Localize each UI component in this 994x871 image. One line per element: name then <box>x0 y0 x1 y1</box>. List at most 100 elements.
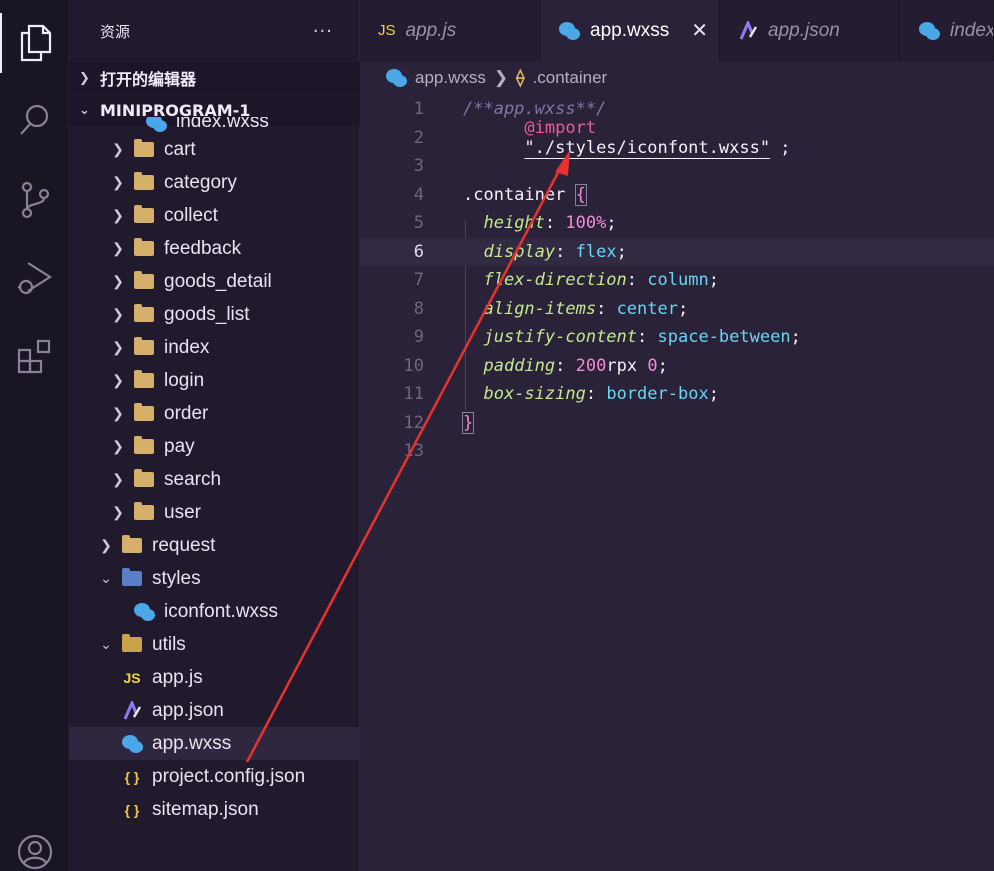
breadcrumb-file[interactable]: app.wxss <box>415 68 486 88</box>
line-number: 9 <box>413 327 424 348</box>
code-line: 11 box-sizing: border-box; <box>360 380 994 409</box>
folder-icon <box>121 535 143 556</box>
line-number: 13 <box>403 441 424 462</box>
code-editor[interactable]: 1 /**app.wxss**/ 2 @import "./styles/ico… <box>360 95 994 871</box>
more-actions-icon[interactable]: ··· <box>313 21 333 42</box>
folder-icon <box>133 205 155 226</box>
tree-item-sitemap[interactable]: { } sitemap.json <box>69 793 360 826</box>
run-debug-icon[interactable] <box>0 248 69 308</box>
tree-folder-feedback[interactable]: ❯ feedback <box>69 232 360 265</box>
explorer-header: 资源 ··· <box>69 0 359 62</box>
breadcrumb-symbol[interactable]: .container <box>533 68 608 88</box>
tab-app-json[interactable]: app.json <box>720 0 900 61</box>
css-value: border-box <box>606 384 709 405</box>
editor-tabs: JS app.js app.wxss ✕ app.json index <box>360 0 994 61</box>
tab-app-js[interactable]: JS app.js <box>360 0 540 61</box>
wechat-icon <box>145 117 167 133</box>
tree-item-app-wxss[interactable]: app.wxss <box>69 727 360 760</box>
line-number: 1 <box>413 99 424 120</box>
tree-item-label: search <box>164 468 222 490</box>
code-line: 4 .container { <box>360 181 994 210</box>
tree-folder-goods_detail[interactable]: ❯ goods_detail <box>69 265 360 298</box>
folder-icon <box>133 238 155 259</box>
tree-item-app-js[interactable]: JS app.js <box>69 661 360 694</box>
file-tree: index.wxss ❯ cart ❯ category ❯ collect ❯ feedba… <box>69 115 360 826</box>
tab-index[interactable]: index <box>900 0 994 61</box>
chevron-right-icon: ❯ <box>100 537 112 553</box>
tree-item-label: collect <box>164 204 218 226</box>
tree-item-label: app.js <box>152 666 203 688</box>
tree-item-label: login <box>164 369 205 391</box>
tree-item-label: utils <box>152 633 186 655</box>
chevron-right-icon: ❯ <box>493 68 509 87</box>
chevron-right-icon: ❯ <box>79 70 90 86</box>
chevron-right-icon: ❯ <box>112 207 124 223</box>
tree-item-label: sitemap.json <box>152 798 259 820</box>
close-icon[interactable]: ✕ <box>691 18 708 43</box>
wechat-icon <box>918 21 940 41</box>
search-icon[interactable] <box>0 90 69 150</box>
css-unit: rpx <box>606 355 638 376</box>
chevron-right-icon: ❯ <box>112 141 124 157</box>
tab-label: app.js <box>405 19 457 41</box>
chevron-right-icon: ❯ <box>112 306 124 322</box>
tree-folder-category[interactable]: ❯ category <box>69 166 360 199</box>
chevron-right-icon: ❯ <box>112 174 124 190</box>
wechat-icon <box>133 602 155 622</box>
line-number: 5 <box>413 213 424 234</box>
tree-folder-index[interactable]: ❯ index <box>69 331 360 364</box>
chevron-down-icon: ⌄ <box>100 570 112 586</box>
tree-folder-pay[interactable]: ❯ pay <box>69 430 360 463</box>
chevron-down-icon: ⌄ <box>100 636 112 652</box>
line-number: 3 <box>413 156 424 177</box>
account-icon[interactable] <box>0 822 69 871</box>
explorer-icon[interactable] <box>0 13 69 73</box>
pages-folder-list: ❯ cart ❯ category ❯ collect ❯ feedback ❯ goods_de… <box>69 133 360 529</box>
json-braces-icon: { } <box>124 801 140 818</box>
tree-item-app-json[interactable]: app.json <box>69 694 360 727</box>
tree-item-label: project.config.json <box>152 765 306 787</box>
line-number: 7 <box>413 270 424 291</box>
code-line: 3 <box>360 152 994 181</box>
css-value: column <box>647 270 709 291</box>
tree-folder-login[interactable]: ❯ login <box>69 364 360 397</box>
tab-app-wxss[interactable]: app.wxss ✕ <box>540 0 720 61</box>
tab-label: index <box>950 19 994 41</box>
tree-folder-request[interactable]: ❯ request <box>69 529 360 562</box>
tab-label: app.wxss <box>590 19 670 41</box>
folder-icon <box>133 172 155 193</box>
close-brace: } <box>461 411 475 434</box>
tree-folder-utils[interactable]: ⌄ utils <box>69 628 360 661</box>
tree-folder-collect[interactable]: ❯ collect <box>69 199 360 232</box>
open-editors-section[interactable]: ❯ 打开的编辑器 <box>69 62 360 94</box>
css-property: align-items <box>483 298 597 319</box>
wechat-icon <box>121 734 143 754</box>
tree-folder-search[interactable]: ❯ search <box>69 463 360 496</box>
tree-folder-cart[interactable]: ❯ cart <box>69 133 360 166</box>
chevron-right-icon: ❯ <box>112 504 124 520</box>
tree-folder-order[interactable]: ❯ order <box>69 397 360 430</box>
styles-folder-icon <box>121 568 143 589</box>
css-value: space-between <box>657 327 791 348</box>
code-line: 2 @import "./styles/iconfont.wxss" ; <box>360 118 994 158</box>
tree-item-project-config[interactable]: { } project.config.json <box>69 760 360 793</box>
line-number: 11 <box>403 384 424 405</box>
tree-item-label: goods_list <box>164 303 250 325</box>
tree-folder-user[interactable]: ❯ user <box>69 496 360 529</box>
wechat-icon <box>385 68 407 88</box>
chevron-right-icon: ❯ <box>112 273 124 289</box>
css-unit: % <box>596 213 607 234</box>
tree-item-label: goods_detail <box>164 270 272 292</box>
js-icon: JS <box>123 669 141 686</box>
tree-folder-goods_list[interactable]: ❯ goods_list <box>69 298 360 331</box>
tree-folder-styles[interactable]: ⌄ styles <box>69 562 360 595</box>
chevron-right-icon: ❯ <box>112 339 124 355</box>
tree-item-label: user <box>164 501 201 523</box>
tree-item-index-wxss[interactable]: index.wxss <box>69 117 360 133</box>
source-control-icon[interactable] <box>0 170 69 230</box>
js-icon: JS <box>378 22 396 39</box>
json-icon <box>121 700 143 721</box>
tree-item-iconfont[interactable]: iconfont.wxss <box>69 595 360 628</box>
extensions-icon[interactable] <box>0 326 69 386</box>
css-number: 0 <box>647 355 658 376</box>
